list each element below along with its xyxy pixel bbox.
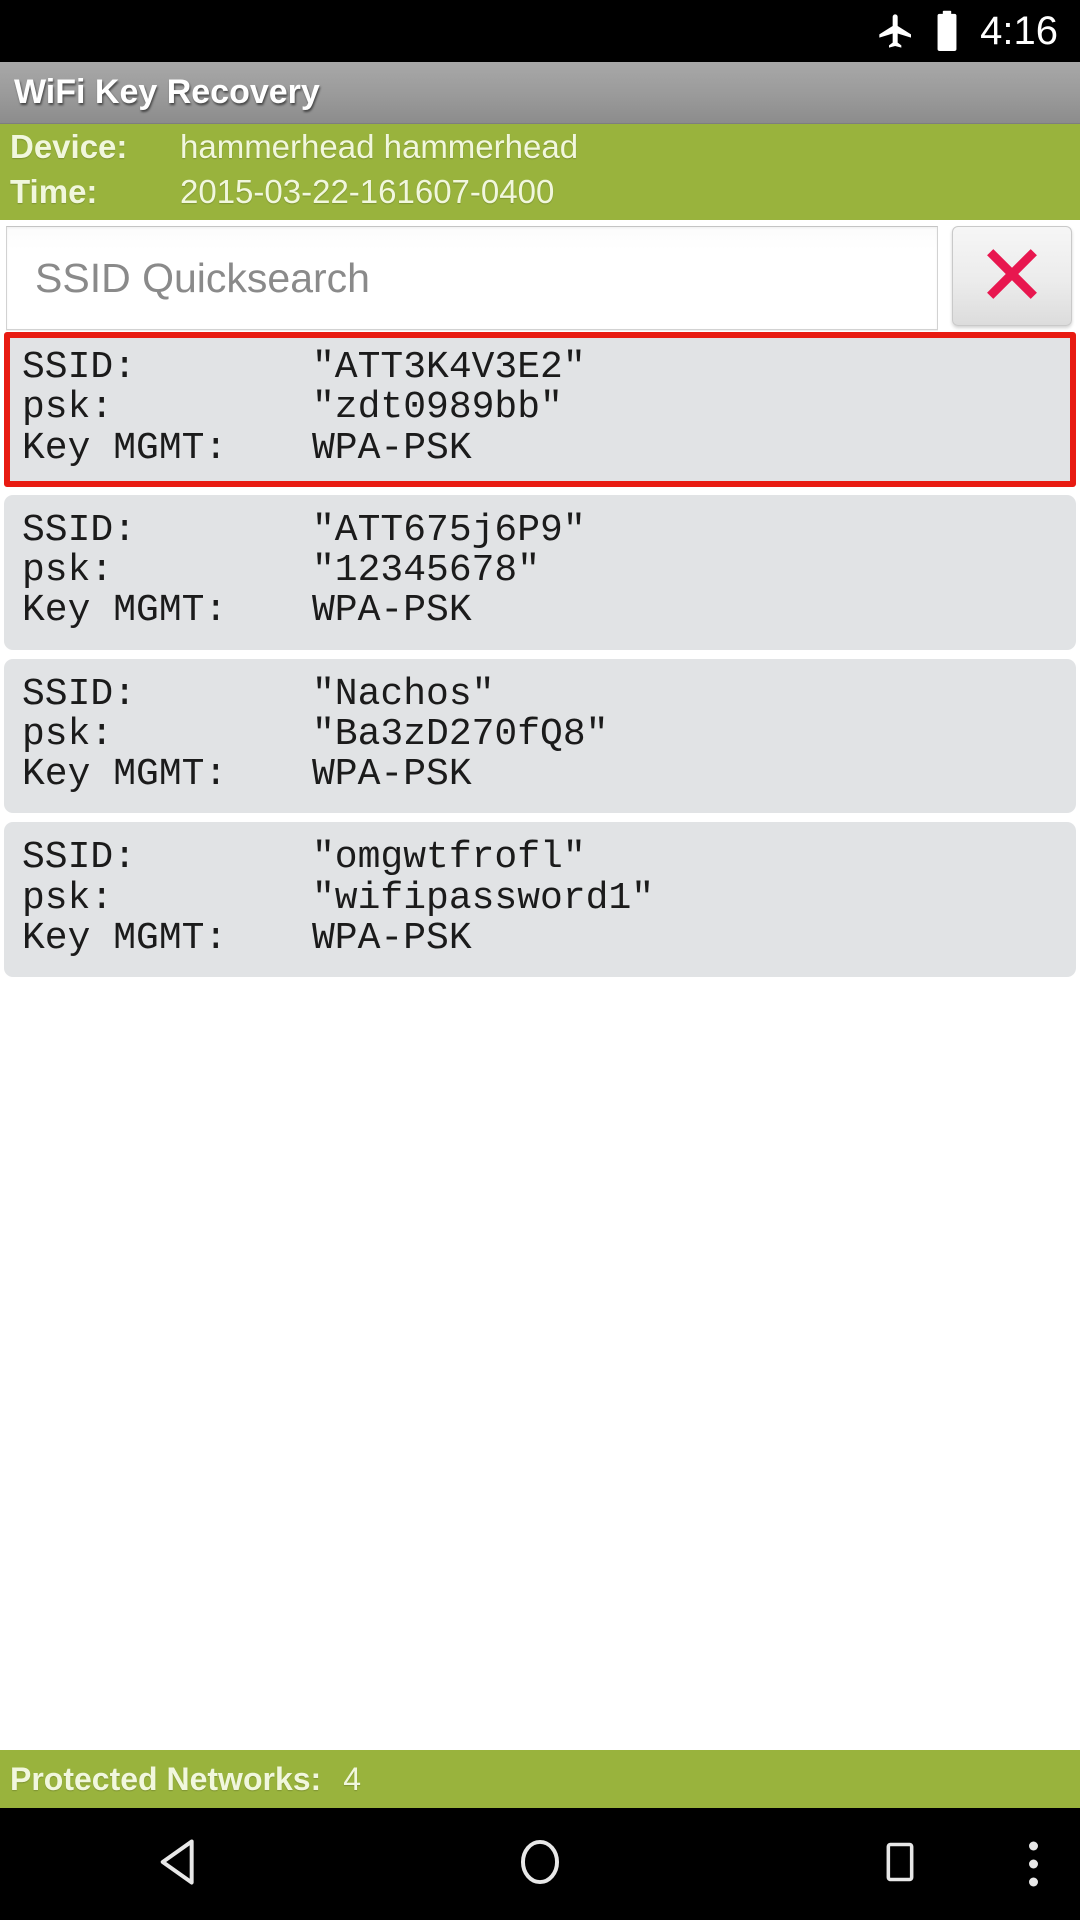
status-bar-clock: 4:16 (980, 8, 1058, 53)
android-status-bar: 4:16 (0, 0, 1080, 62)
overflow-dots-icon (1029, 1877, 1038, 1887)
network-ssid-label: SSID: (22, 672, 137, 716)
search-row (0, 220, 1080, 332)
network-psk-label: psk: (22, 549, 114, 593)
network-keymgmt-value: WPA-PSK (312, 426, 472, 470)
network-list[interactable]: SSID: "ATT3K4V3E2" psk: "zdt0989bb" Key MGMT… (0, 332, 1080, 1750)
network-keymgmt-label: Key MGMT: (22, 426, 228, 470)
network-ssid-row: SSID: "ATT3K4V3E2" (22, 346, 1058, 389)
network-psk-value: "12345678" (312, 549, 541, 593)
network-ssid-label: SSID: (22, 836, 137, 880)
network-keymgmt-row: Key MGMT: WPA-PSK (22, 589, 1058, 633)
network-ssid-row: SSID: "ATT675j6P9" (22, 508, 1058, 552)
network-ssid-row: SSID: "omgwtfrofl" (22, 836, 1058, 880)
time-info-row: Time: 2015-03-22-161607-0400 (10, 173, 1080, 218)
network-psk-label: psk: (22, 386, 114, 430)
device-info-header: Device: hammerhead hammerhead Time: 2015… (0, 124, 1080, 220)
nav-back-button[interactable] (0, 1808, 360, 1920)
protected-networks-label: Protected Networks: (10, 1760, 322, 1797)
overflow-dots-icon (1029, 1841, 1038, 1851)
network-ssid-label: SSID: (22, 508, 137, 552)
device-info-row: Device: hammerhead hammerhead (10, 128, 1080, 173)
time-label: Time: (10, 173, 98, 210)
app-title-bar: WiFi Key Recovery (0, 62, 1080, 124)
nav-recents-button[interactable] (720, 1808, 1080, 1920)
airplane-mode-icon (876, 11, 916, 51)
network-psk-label: psk: (22, 876, 114, 920)
network-psk-value: "wifipassword1" (312, 876, 655, 920)
network-psk-label: psk: (22, 712, 114, 756)
network-keymgmt-label: Key MGMT: (22, 589, 228, 633)
network-card[interactable]: SSID: "ATT675j6P9" psk: "12345678" Key MGMT:… (4, 494, 1076, 650)
network-keymgmt-row: Key MGMT: WPA-PSK (22, 426, 1058, 470)
network-keymgmt-row: Key MGMT: WPA-PSK (22, 916, 1058, 960)
overflow-dots-icon (1029, 1859, 1038, 1869)
time-value: 2015-03-22-161607-0400 (180, 173, 555, 210)
network-keymgmt-label: Key MGMT: (22, 916, 228, 960)
home-circle-icon (512, 1834, 568, 1895)
android-navigation-bar (0, 1808, 1080, 1920)
network-ssid-value: "ATT3K4V3E2" (312, 346, 586, 389)
clear-search-button[interactable] (952, 226, 1072, 326)
network-psk-row: psk: "zdt0989bb" (22, 386, 1058, 430)
nav-overflow-button[interactable] (1029, 1841, 1038, 1887)
back-triangle-icon (152, 1834, 208, 1895)
recents-square-icon (875, 1837, 925, 1892)
network-keymgmt-value: WPA-PSK (312, 916, 472, 960)
network-card[interactable]: SSID: "Nachos" psk: "Ba3zD270fQ8" Key MGMT: W… (4, 658, 1076, 814)
network-ssid-label: SSID: (22, 346, 137, 389)
network-ssid-value: "ATT675j6P9" (312, 508, 586, 552)
network-psk-row: psk: "Ba3zD270fQ8" (22, 712, 1058, 756)
clear-x-icon (978, 240, 1046, 313)
app-title: WiFi Key Recovery (14, 73, 320, 111)
device-value: hammerhead hammerhead (180, 128, 579, 165)
network-ssid-value: "omgwtfrofl" (312, 836, 586, 880)
network-keymgmt-label: Key MGMT: (22, 753, 228, 797)
network-keymgmt-value: WPA-PSK (312, 589, 472, 633)
network-keymgmt-row: Key MGMT: WPA-PSK (22, 753, 1058, 797)
search-input[interactable] (35, 254, 937, 302)
network-ssid-row: SSID: "Nachos" (22, 672, 1058, 716)
nav-home-button[interactable] (360, 1808, 720, 1920)
network-ssid-value: "Nachos" (312, 672, 495, 716)
network-psk-row: psk: "12345678" (22, 549, 1058, 593)
protected-networks-count: 4 (343, 1760, 361, 1797)
app-screen: 4:16 WiFi Key Recovery Device: hammerhea… (0, 0, 1080, 1920)
network-psk-row: psk: "wifipassword1" (22, 876, 1058, 920)
battery-full-icon (934, 10, 960, 52)
search-field-wrapper[interactable] (6, 226, 938, 330)
protected-networks-footer: Protected Networks: 4 (0, 1750, 1080, 1808)
network-psk-value: "Ba3zD270fQ8" (312, 712, 609, 756)
network-psk-value: "zdt0989bb" (312, 386, 563, 430)
network-card[interactable]: SSID: "omgwtfrofl" psk: "wifipassword1" Key … (4, 822, 1076, 978)
network-card[interactable]: SSID: "ATT3K4V3E2" psk: "zdt0989bb" Key MGMT… (4, 332, 1076, 487)
network-keymgmt-value: WPA-PSK (312, 753, 472, 797)
device-label: Device: (10, 128, 128, 165)
